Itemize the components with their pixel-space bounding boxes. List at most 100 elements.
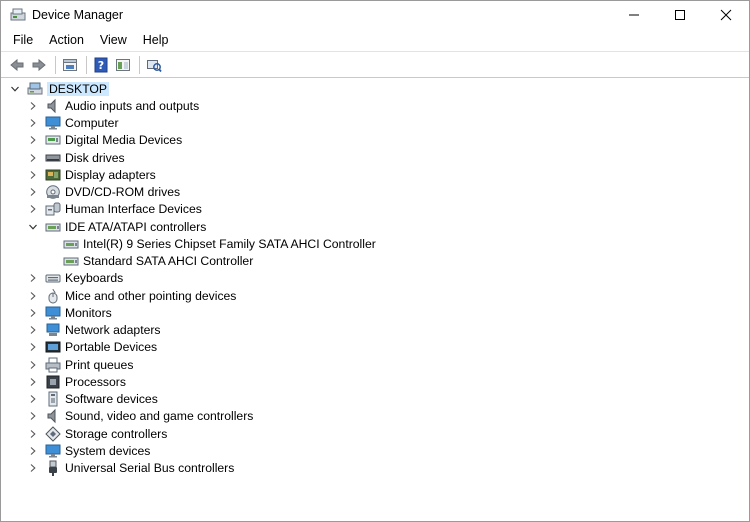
- tree-item-label: Sound, video and game controllers: [65, 409, 254, 424]
- keyboard-icon: [45, 270, 61, 286]
- tree-item-network-adapters[interactable]: Network adapters: [1, 322, 749, 339]
- monitor-icon: [45, 115, 61, 131]
- help-icon: ?: [94, 57, 108, 72]
- tree-item-label: Computer: [65, 116, 119, 131]
- expand-arrow-icon[interactable]: [28, 170, 38, 180]
- tree-item-sound-video-and-game-controllers[interactable]: Sound, video and game controllers: [1, 408, 749, 425]
- tree-item-portable-devices[interactable]: Portable Devices: [1, 339, 749, 356]
- properties-icon: [63, 58, 77, 71]
- tree-item-label: Intel(R) 9 Series Chipset Family SATA AH…: [83, 236, 376, 251]
- menu-view[interactable]: View: [92, 29, 135, 51]
- speaker-icon: [45, 98, 61, 114]
- menu-file[interactable]: File: [5, 29, 41, 51]
- expand-arrow-icon[interactable]: [28, 135, 38, 145]
- tree-item-keyboards[interactable]: Keyboards: [1, 270, 749, 287]
- maximize-button[interactable]: [657, 1, 703, 29]
- tree-root[interactable]: DESKTOP: [1, 80, 749, 97]
- tree-item-label: IDE ATA/ATAPI controllers: [65, 219, 207, 234]
- media-device-icon: [45, 132, 61, 148]
- expand-arrow-icon[interactable]: [28, 342, 38, 352]
- software-device-icon: [45, 391, 61, 407]
- tree-item-audio-inputs-and-outputs[interactable]: Audio inputs and outputs: [1, 97, 749, 114]
- expand-arrow-icon[interactable]: [28, 308, 38, 318]
- expand-arrow-icon[interactable]: [28, 204, 38, 214]
- maximize-icon: [675, 10, 685, 20]
- tree-item-label: System devices: [65, 443, 151, 458]
- storage-controller-icon: [45, 425, 61, 442]
- show-hide-icon: [116, 58, 130, 71]
- expand-arrow-icon[interactable]: [28, 463, 38, 473]
- tree-item-print-queues[interactable]: Print queues: [1, 356, 749, 373]
- tree-item-display-adapters[interactable]: Display adapters: [1, 166, 749, 183]
- display-adapter-icon: [45, 167, 61, 183]
- collapse-arrow-icon[interactable]: [10, 84, 20, 94]
- expand-arrow-icon[interactable]: [28, 273, 38, 283]
- device-tree[interactable]: DESKTOP Audio inputs and outputs Computer…: [1, 78, 749, 477]
- tree-item-mice-and-other-pointing-devices[interactable]: Mice and other pointing devices: [1, 287, 749, 304]
- close-button[interactable]: [703, 1, 749, 29]
- menu-help[interactable]: Help: [135, 29, 177, 51]
- tree-item-storage-controllers[interactable]: Storage controllers: [1, 425, 749, 442]
- hid-icon: [45, 201, 61, 217]
- scan-hardware-icon: [147, 59, 162, 72]
- expand-arrow-icon[interactable]: [28, 291, 38, 301]
- tree-item-disk-drives[interactable]: Disk drives: [1, 149, 749, 166]
- collapse-arrow-icon[interactable]: [28, 222, 38, 232]
- menu-bar: File Action View Help: [1, 29, 749, 51]
- ide-controller-icon: [63, 253, 79, 269]
- toolbar-separator: [55, 55, 56, 74]
- expand-arrow-icon[interactable]: [28, 377, 38, 387]
- tree-item-software-devices[interactable]: Software devices: [1, 391, 749, 408]
- network-adapter-icon: [45, 322, 61, 338]
- tree-item-label: Storage controllers: [65, 426, 168, 441]
- expand-arrow-icon[interactable]: [28, 411, 38, 421]
- tree-item-universal-serial-bus-controllers[interactable]: Universal Serial Bus controllers: [1, 460, 749, 477]
- minimize-button[interactable]: [611, 1, 657, 29]
- tree-item-processors[interactable]: Processors: [1, 373, 749, 390]
- back-icon: [10, 58, 24, 71]
- forward-button[interactable]: [29, 55, 49, 75]
- device-manager-window: Device Manager File Action View Help ? D…: [0, 0, 750, 522]
- tree-item-monitors[interactable]: Monitors: [1, 304, 749, 321]
- expand-arrow-icon[interactable]: [28, 360, 38, 370]
- ide-controller-icon: [63, 236, 79, 252]
- tree-item-digital-media-devices[interactable]: Digital Media Devices: [1, 132, 749, 149]
- tree-item-label: Monitors: [65, 305, 112, 320]
- expand-arrow-icon[interactable]: [28, 118, 38, 128]
- dvd-drive-icon: [45, 184, 61, 200]
- expand-arrow-icon[interactable]: [28, 446, 38, 456]
- expand-arrow-icon[interactable]: [28, 394, 38, 404]
- back-button[interactable]: [7, 55, 27, 75]
- tree-item-label: Network adapters: [65, 323, 161, 338]
- title-bar[interactable]: Device Manager: [1, 1, 749, 29]
- properties-button[interactable]: [60, 55, 80, 75]
- close-icon: [720, 9, 732, 21]
- tree-item-human-interface-devices[interactable]: Human Interface Devices: [1, 201, 749, 218]
- tree-item-label: Digital Media Devices: [65, 133, 183, 148]
- svg-text:?: ?: [98, 59, 104, 72]
- processor-icon: [45, 374, 61, 390]
- tree-item-computer[interactable]: Computer: [1, 115, 749, 132]
- scan-hardware-button[interactable]: [144, 55, 164, 75]
- tree-item-standard-sata-ahci-controller[interactable]: Standard SATA AHCI Controller: [1, 253, 749, 270]
- expand-arrow-icon[interactable]: [28, 325, 38, 335]
- expand-arrow-icon[interactable]: [28, 429, 38, 439]
- help-button[interactable]: ?: [91, 55, 111, 75]
- expand-arrow-icon[interactable]: [28, 153, 38, 163]
- window-title: Device Manager: [32, 8, 124, 22]
- expand-arrow-icon[interactable]: [28, 101, 38, 111]
- tree-item-dvd-cd-rom-drives[interactable]: DVD/CD-ROM drives: [1, 184, 749, 201]
- toolbar: ?: [1, 51, 749, 78]
- tree-item-system-devices[interactable]: System devices: [1, 442, 749, 459]
- tree-item-label: Universal Serial Bus controllers: [65, 461, 235, 476]
- tree-item-intel-r-9-series-chipset-family-sata-ahci-controller[interactable]: Intel(R) 9 Series Chipset Family SATA AH…: [1, 235, 749, 252]
- toolbar-separator: [86, 55, 87, 74]
- tree-item-label: Standard SATA AHCI Controller: [83, 254, 254, 269]
- tree-item-ide-ata-atapi-controllers[interactable]: IDE ATA/ATAPI controllers: [1, 218, 749, 235]
- expand-arrow-icon[interactable]: [28, 187, 38, 197]
- menu-action[interactable]: Action: [41, 29, 92, 51]
- show-hide-button[interactable]: [113, 55, 133, 75]
- tree-item-label: Print queues: [65, 357, 134, 372]
